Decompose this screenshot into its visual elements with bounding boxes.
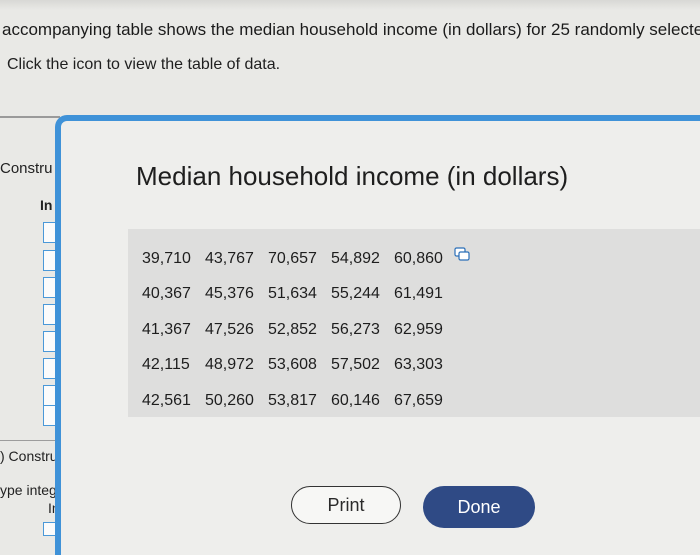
table-cell: 54,892 [331,249,380,267]
construct-label: Constru [0,160,53,177]
income-table: 39,710 43,767 70,657 54,892 60,860 40,36… [142,241,457,419]
table-cell: 45,376 [205,285,254,303]
table-cell: 60,146 [331,391,380,409]
table-cell: 60,860 [394,249,443,267]
table-cell: 61,491 [394,285,443,303]
table-cell: 55,244 [331,285,380,303]
table-row: 41,367 47,526 52,852 56,273 62,959 [142,312,457,348]
table-cell: 40,367 [142,285,191,303]
section-divider [0,116,60,118]
input-label: In [40,197,53,213]
table-cell: 52,852 [268,320,317,338]
table-cell: 62,959 [394,320,443,338]
table-cell: 67,659 [394,391,443,409]
table-cell: 57,502 [331,356,380,374]
table-cell: 47,526 [205,320,254,338]
table-cell: 63,303 [394,356,443,374]
table-cell: 41,367 [142,320,191,338]
question-text: accompanying table shows the median hous… [2,20,700,39]
table-cell: 39,710 [142,249,191,267]
top-shade [0,0,700,10]
copy-icon[interactable] [454,247,470,261]
table-cell: 43,767 [205,249,254,267]
print-button[interactable]: Print [291,486,401,524]
table-cell: 42,115 [142,356,190,374]
table-row: 39,710 43,767 70,657 54,892 60,860 [142,241,457,277]
table-cell: 42,561 [142,391,191,409]
table-cell: 50,260 [205,391,254,409]
table-cell: 51,634 [268,285,317,303]
table-row: 42,561 50,260 53,817 60,146 67,659 [142,383,457,419]
done-button[interactable]: Done [423,486,535,528]
instruction-text: Click the icon to view the table of data… [7,56,281,73]
section-divider-2 [0,440,60,441]
data-table-dialog: Median household income (in dollars) 39,… [55,115,700,555]
dialog-title: Median household income (in dollars) [136,161,569,191]
table-cell: 48,972 [205,356,254,374]
table-cell: 53,608 [268,356,317,374]
data-panel: 39,710 43,767 70,657 54,892 60,860 40,36… [128,229,700,417]
table-row: 40,367 45,376 51,634 55,244 61,491 [142,277,457,313]
table-cell: 70,657 [268,249,317,267]
table-row: 42,115 48,972 53,608 57,502 63,303 [142,348,457,384]
table-cell: 56,273 [331,320,380,338]
table-cell: 53,817 [268,391,317,409]
type-integer-label: ype integ [0,482,57,498]
construct-label-2: ) Constru [0,448,58,464]
